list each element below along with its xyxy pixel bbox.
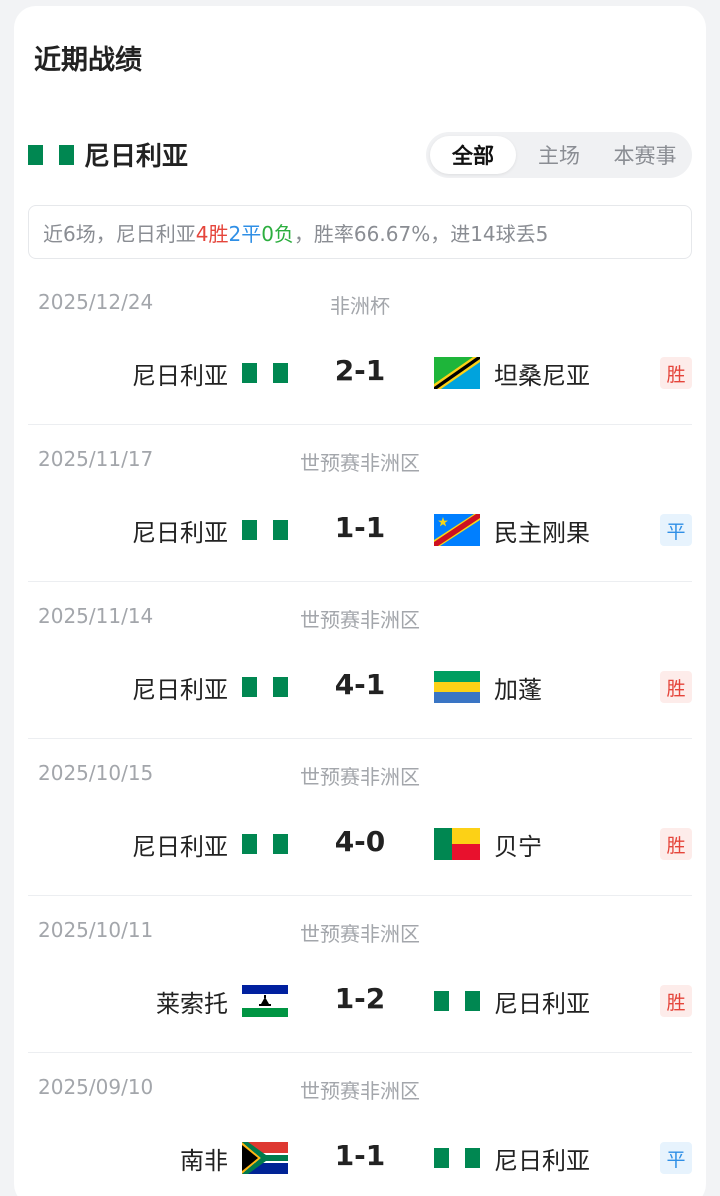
match-date: 2025/12/24 [38, 290, 154, 314]
match-score: 4-1 [334, 668, 386, 701]
match-score: 1-2 [334, 982, 386, 1015]
nigeria-flag-icon [242, 514, 288, 546]
home-team-name: 尼日利亚 [132, 518, 228, 547]
match-row[interactable]: 2025/11/14 世预赛非洲区 尼日利亚 4-1 加蓬 胜 [28, 582, 692, 739]
match-date: 2025/09/10 [38, 1075, 154, 1099]
south-africa-flag-icon [242, 1142, 288, 1174]
away-team: 坦桑尼亚 [434, 356, 590, 390]
match-row[interactable]: 2025/10/11 世预赛非洲区 莱索托 1-2 尼日利亚 胜 [28, 896, 692, 1053]
match-score: 1-1 [334, 511, 386, 544]
match-row[interactable]: 2025/10/15 世预赛非洲区 尼日利亚 4-0 贝宁 胜 [28, 739, 692, 896]
home-team: 尼日利亚 [132, 513, 288, 547]
drcongo-flag-icon [434, 514, 480, 546]
match-date: 2025/10/11 [38, 918, 154, 942]
away-team-name: 尼日利亚 [494, 1146, 590, 1175]
tanzania-flag-icon [434, 357, 480, 389]
match-competition: 世预赛非洲区 [300, 765, 420, 789]
away-team: 贝宁 [434, 827, 542, 861]
result-badge: 平 [660, 1142, 692, 1174]
home-team: 南非 [180, 1141, 288, 1175]
home-team-name: 莱索托 [156, 989, 228, 1018]
home-team: 尼日利亚 [132, 356, 288, 390]
summary-wins: 4胜 [195, 221, 229, 246]
home-team-name: 尼日利亚 [132, 832, 228, 861]
nigeria-flag-icon [434, 985, 480, 1017]
summary-suffix: ，胜率66.67%，进14球丢5 [293, 221, 549, 246]
away-team-name: 加蓬 [494, 675, 542, 704]
match-score: 4-0 [334, 825, 386, 858]
away-team-name: 贝宁 [494, 832, 542, 861]
tab-home[interactable]: 主场 [516, 136, 602, 174]
match-competition: 世预赛非洲区 [300, 1079, 420, 1103]
nigeria-flag-icon [242, 357, 288, 389]
nigeria-flag-icon [242, 828, 288, 860]
match-competition: 世预赛非洲区 [300, 608, 420, 632]
match-row[interactable]: 2025/11/17 世预赛非洲区 尼日利亚 1-1 民主刚果 平 [28, 425, 692, 582]
benin-flag-icon [434, 828, 480, 860]
away-team-name: 尼日利亚 [494, 989, 590, 1018]
away-team: 尼日利亚 [434, 1141, 590, 1175]
result-badge: 平 [660, 514, 692, 546]
summary-prefix: 近6场，尼日利亚 [43, 221, 196, 246]
recent-record-card: 近期战绩 尼日利亚 全部 主场 本赛事 近6场，尼日利亚 4胜 2平 0负 ，胜率66.… [14, 6, 706, 1196]
home-team-name: 尼日利亚 [132, 361, 228, 390]
home-team: 尼日利亚 [132, 670, 288, 704]
match-row[interactable]: 2025/12/24 非洲杯 尼日利亚 2-1 坦桑尼亚 胜 [28, 268, 692, 425]
home-team: 尼日利亚 [132, 827, 288, 861]
filter-tabs: 全部 主场 本赛事 [426, 132, 692, 178]
away-team: 尼日利亚 [434, 984, 590, 1018]
summary-losses: 0负 [261, 221, 294, 246]
result-badge: 胜 [660, 985, 692, 1017]
nigeria-flag-icon [28, 138, 74, 171]
away-team-name: 坦桑尼亚 [494, 361, 590, 390]
match-date: 2025/11/17 [38, 447, 154, 471]
tab-all[interactable]: 全部 [430, 136, 516, 174]
match-score: 1-1 [334, 1139, 386, 1172]
nigeria-flag-icon [434, 1142, 480, 1174]
tab-this-competition[interactable]: 本赛事 [602, 136, 688, 174]
match-competition: 非洲杯 [330, 294, 390, 318]
result-badge: 胜 [660, 828, 692, 860]
match-score: 2-1 [334, 354, 386, 387]
away-team: 民主刚果 [434, 513, 590, 547]
result-badge: 胜 [660, 357, 692, 389]
home-team: 莱索托 [156, 984, 288, 1018]
section-title: 近期战绩 [34, 45, 142, 76]
match-date: 2025/10/15 [38, 761, 154, 785]
match-list: 2025/12/24 非洲杯 尼日利亚 2-1 坦桑尼亚 胜 2025/11/1… [28, 268, 692, 1196]
home-team-name: 南非 [180, 1146, 228, 1175]
match-competition: 世预赛非洲区 [300, 922, 420, 946]
team-header: 尼日利亚 [28, 136, 188, 173]
gabon-flag-icon [434, 671, 480, 703]
away-team: 加蓬 [434, 670, 542, 704]
record-summary: 近6场，尼日利亚 4胜 2平 0负 ，胜率66.67%，进14球丢5 [28, 205, 692, 259]
match-row[interactable]: 2025/09/10 世预赛非洲区 南非 1-1 尼日利亚 平 [28, 1053, 692, 1196]
match-competition: 世预赛非洲区 [300, 451, 420, 475]
lesotho-flag-icon [242, 985, 288, 1017]
team-name: 尼日利亚 [84, 142, 189, 172]
nigeria-flag-icon [242, 671, 288, 703]
home-team-name: 尼日利亚 [132, 675, 228, 704]
away-team-name: 民主刚果 [494, 518, 590, 547]
summary-draws: 2平 [228, 221, 262, 246]
match-date: 2025/11/14 [38, 604, 154, 628]
result-badge: 胜 [660, 671, 692, 703]
